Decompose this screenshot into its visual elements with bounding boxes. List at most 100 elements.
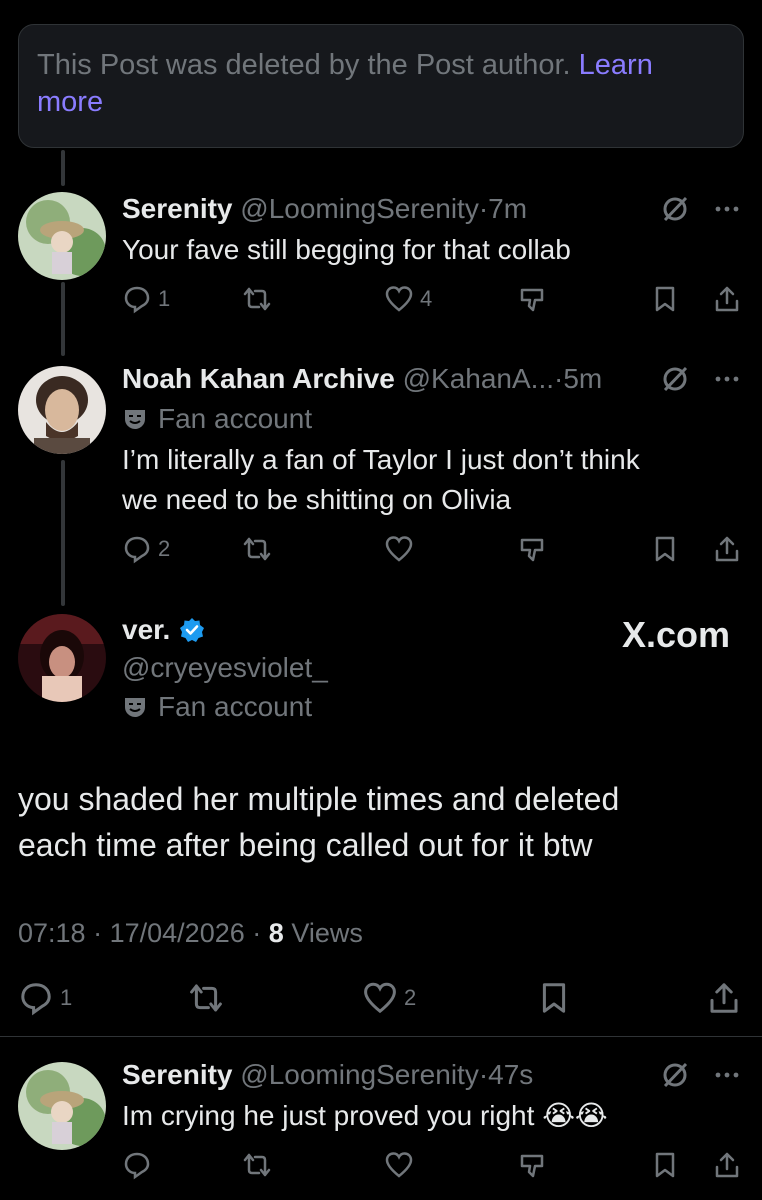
display-name[interactable]: Noah Kahan Archive — [122, 363, 395, 394]
analytics-button[interactable] — [518, 534, 548, 564]
reply-button[interactable]: 1 — [18, 980, 72, 1016]
heart-icon — [385, 1152, 413, 1178]
repost-button[interactable] — [188, 980, 224, 1016]
avatar[interactable] — [18, 192, 106, 280]
grok-icon[interactable] — [660, 364, 690, 394]
verified-badge-icon — [180, 618, 205, 642]
views-label: Views — [291, 918, 363, 948]
fan-account-label: Fan account — [158, 403, 313, 434]
share-button[interactable] — [712, 534, 742, 564]
thread-line — [61, 150, 65, 186]
repost-icon — [243, 537, 271, 561]
like-button[interactable]: 2 — [362, 980, 416, 1016]
share-icon — [715, 286, 739, 312]
post-header: Serenity @LoomingSerenity·7m — [122, 193, 528, 224]
fan-account-badge: Fan account — [122, 690, 312, 724]
post-date[interactable]: 17/04/2026 — [110, 918, 245, 948]
grok-icon[interactable] — [660, 1060, 690, 1090]
like-button[interactable]: 4 — [384, 284, 432, 314]
reply-count: 1 — [60, 985, 73, 1010]
post-text: you shaded her multiple times and delete… — [18, 781, 620, 863]
reply-icon — [124, 536, 150, 564]
bookmark-button[interactable] — [650, 534, 680, 564]
repost-icon — [190, 984, 222, 1012]
action-bar: 2 — [122, 534, 744, 568]
reply-button[interactable]: 2 — [122, 534, 170, 564]
more-icon[interactable] — [712, 364, 742, 394]
bookmark-icon — [655, 286, 675, 312]
thread-line — [61, 460, 65, 606]
heart-icon — [385, 286, 413, 312]
bookmark-icon — [655, 536, 675, 562]
bookmark-button[interactable] — [536, 980, 572, 1016]
like-count: 2 — [404, 985, 417, 1010]
bookmark-button[interactable] — [650, 284, 680, 314]
like-button[interactable] — [384, 534, 414, 564]
repost-button[interactable] — [242, 284, 272, 314]
share-button[interactable] — [712, 284, 742, 314]
action-bar — [122, 1150, 744, 1184]
post-header: Serenity @LoomingSerenity·47s — [122, 1059, 534, 1090]
analytics-button[interactable] — [518, 284, 548, 314]
repost-icon — [243, 287, 271, 311]
action-bar: 1 2 — [18, 980, 744, 1020]
deleted-post-notice: This Post was deleted by the Post author… — [18, 24, 744, 148]
share-button[interactable] — [712, 1150, 742, 1180]
reply-button[interactable] — [122, 1150, 152, 1180]
post-time[interactable]: 07:18 — [18, 918, 86, 948]
bookmark-button[interactable] — [650, 1150, 680, 1180]
fan-account-badge: Fan account — [122, 402, 312, 436]
repost-button[interactable] — [242, 1150, 272, 1180]
share-icon — [710, 983, 738, 1013]
display-name[interactable]: Serenity — [122, 1059, 233, 1090]
analytics-button[interactable] — [518, 1150, 548, 1180]
action-bar: 1 4 — [122, 284, 744, 318]
thread-line — [61, 282, 65, 356]
display-name[interactable]: ver. — [122, 614, 206, 646]
dislike-icon — [520, 288, 544, 312]
reply-button[interactable]: 1 — [122, 284, 170, 314]
bookmark-icon — [655, 1152, 675, 1178]
handle[interactable]: @LoomingSerenity — [240, 193, 479, 224]
reply-icon — [124, 286, 150, 314]
views-count: 8 — [268, 918, 284, 948]
timestamp[interactable]: 7m — [488, 193, 527, 224]
reply-icon — [124, 1152, 150, 1180]
repost-icon — [243, 1153, 271, 1177]
repost-button[interactable] — [242, 534, 272, 564]
like-count: 4 — [420, 286, 433, 311]
handle[interactable]: @KahanA... — [403, 363, 554, 394]
x-com-watermark: X.com — [621, 614, 730, 655]
share-button[interactable] — [706, 980, 742, 1016]
share-icon — [715, 536, 739, 562]
dislike-icon — [520, 1154, 544, 1178]
share-icon — [715, 1152, 739, 1178]
reply-count: 1 — [158, 286, 171, 311]
timestamp[interactable]: 5m — [563, 363, 602, 394]
post-text: Your fave still begging for that collab — [122, 234, 571, 265]
reply-count: 2 — [158, 536, 171, 561]
avatar[interactable] — [18, 614, 106, 702]
theater-mask-icon — [125, 410, 145, 429]
theater-mask-icon — [125, 698, 145, 717]
bookmark-icon — [542, 983, 566, 1013]
post-header: Noah Kahan Archive @KahanA...·5m — [122, 363, 603, 394]
grok-icon[interactable] — [660, 194, 690, 224]
divider — [0, 1036, 762, 1037]
timestamp[interactable]: 47s — [488, 1059, 533, 1090]
like-button[interactable] — [384, 1150, 414, 1180]
fan-account-label: Fan account — [158, 691, 313, 722]
handle[interactable]: @cryeyesviolet_ — [122, 652, 328, 684]
post-text: Im crying he just proved you right 😭😭 — [122, 1100, 608, 1131]
handle[interactable]: @LoomingSerenity — [240, 1059, 479, 1090]
heart-icon — [364, 982, 396, 1014]
heart-icon — [385, 536, 413, 562]
avatar[interactable] — [18, 1062, 106, 1150]
avatar[interactable] — [18, 366, 106, 454]
dislike-icon — [520, 538, 544, 562]
post-metadata: 07:18 · 17/04/2026 · 8 Views — [18, 918, 363, 948]
more-icon[interactable] — [712, 1060, 742, 1090]
reply-icon — [21, 983, 51, 1016]
more-icon[interactable] — [712, 194, 742, 224]
display-name[interactable]: Serenity — [122, 193, 233, 224]
